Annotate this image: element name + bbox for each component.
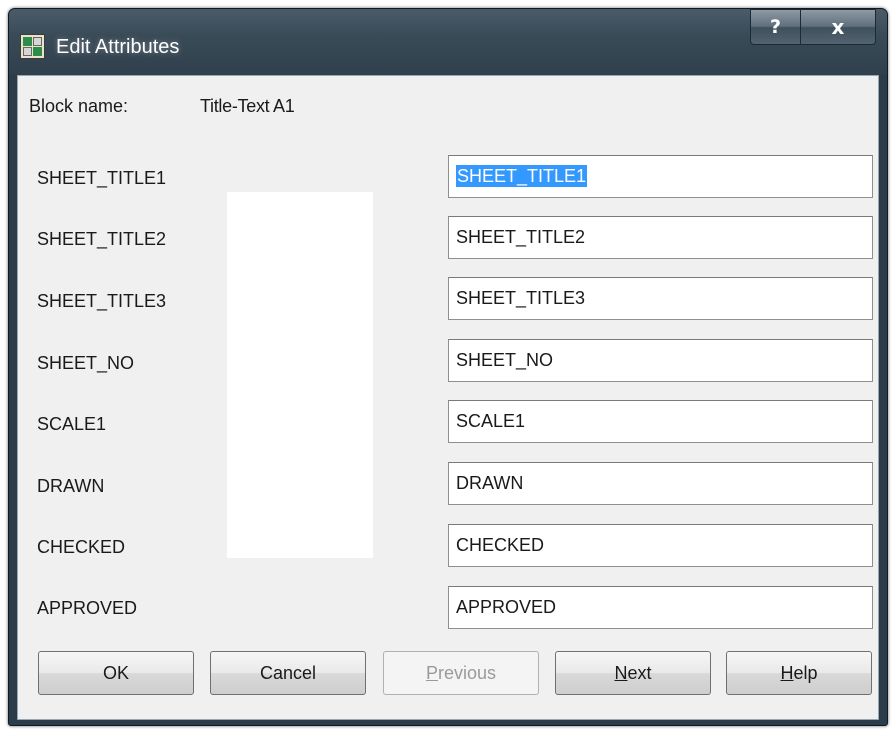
previous-label-rest: revious [437, 663, 497, 683]
next-label-rest: ext [627, 663, 652, 683]
help-caption-button[interactable]: ? [750, 9, 801, 45]
attribute-label: APPROVED [37, 598, 138, 618]
attribute-value-input[interactable]: DRAWN [448, 462, 873, 505]
app-icon [20, 34, 45, 59]
ok-button[interactable]: OK [38, 651, 194, 695]
next-button[interactable]: Next [555, 651, 711, 695]
selected-text: SHEET_TITLE1 [456, 165, 588, 187]
attribute-value-input[interactable]: SHEET_TITLE1 [448, 155, 873, 198]
cancel-button[interactable]: Cancel [210, 651, 366, 695]
attribute-label: SHEET_TITLE1 [37, 168, 167, 188]
attribute-value-input[interactable]: CHECKED [448, 524, 873, 567]
attribute-label: SHEET_NO [37, 353, 135, 373]
previous-button[interactable]: Previous [383, 651, 539, 695]
close-icon: x [831, 15, 845, 39]
attribute-value-input[interactable]: SCALE1 [448, 400, 873, 443]
redaction-block [227, 192, 373, 558]
block-name-value: Title-Text A1 [200, 96, 295, 116]
question-icon: ? [769, 16, 782, 38]
block-name-label: Block name: [29, 96, 129, 116]
help-mnemonic: H [780, 663, 794, 683]
attribute-value-input[interactable]: SHEET_NO [448, 339, 873, 382]
help-label-rest: elp [793, 663, 818, 683]
dialog-title: Edit Attributes [56, 36, 180, 58]
attribute-value-input[interactable]: SHEET_TITLE3 [448, 277, 873, 320]
title-bar[interactable]: Edit Attributes ? x [9, 9, 887, 75]
help-button[interactable]: Help [726, 651, 872, 695]
attribute-label: DRAWN [37, 476, 105, 496]
attribute-label: CHECKED [37, 537, 126, 557]
attribute-label: SCALE1 [37, 414, 107, 434]
attribute-label: SHEET_TITLE3 [37, 291, 167, 311]
attribute-value-input[interactable]: SHEET_TITLE2 [448, 216, 873, 259]
attribute-label: SHEET_TITLE2 [37, 229, 167, 249]
previous-mnemonic: P [425, 663, 438, 683]
next-mnemonic: N [614, 663, 628, 683]
attribute-value-input[interactable]: APPROVED [448, 586, 873, 629]
close-button[interactable]: x [800, 9, 876, 45]
